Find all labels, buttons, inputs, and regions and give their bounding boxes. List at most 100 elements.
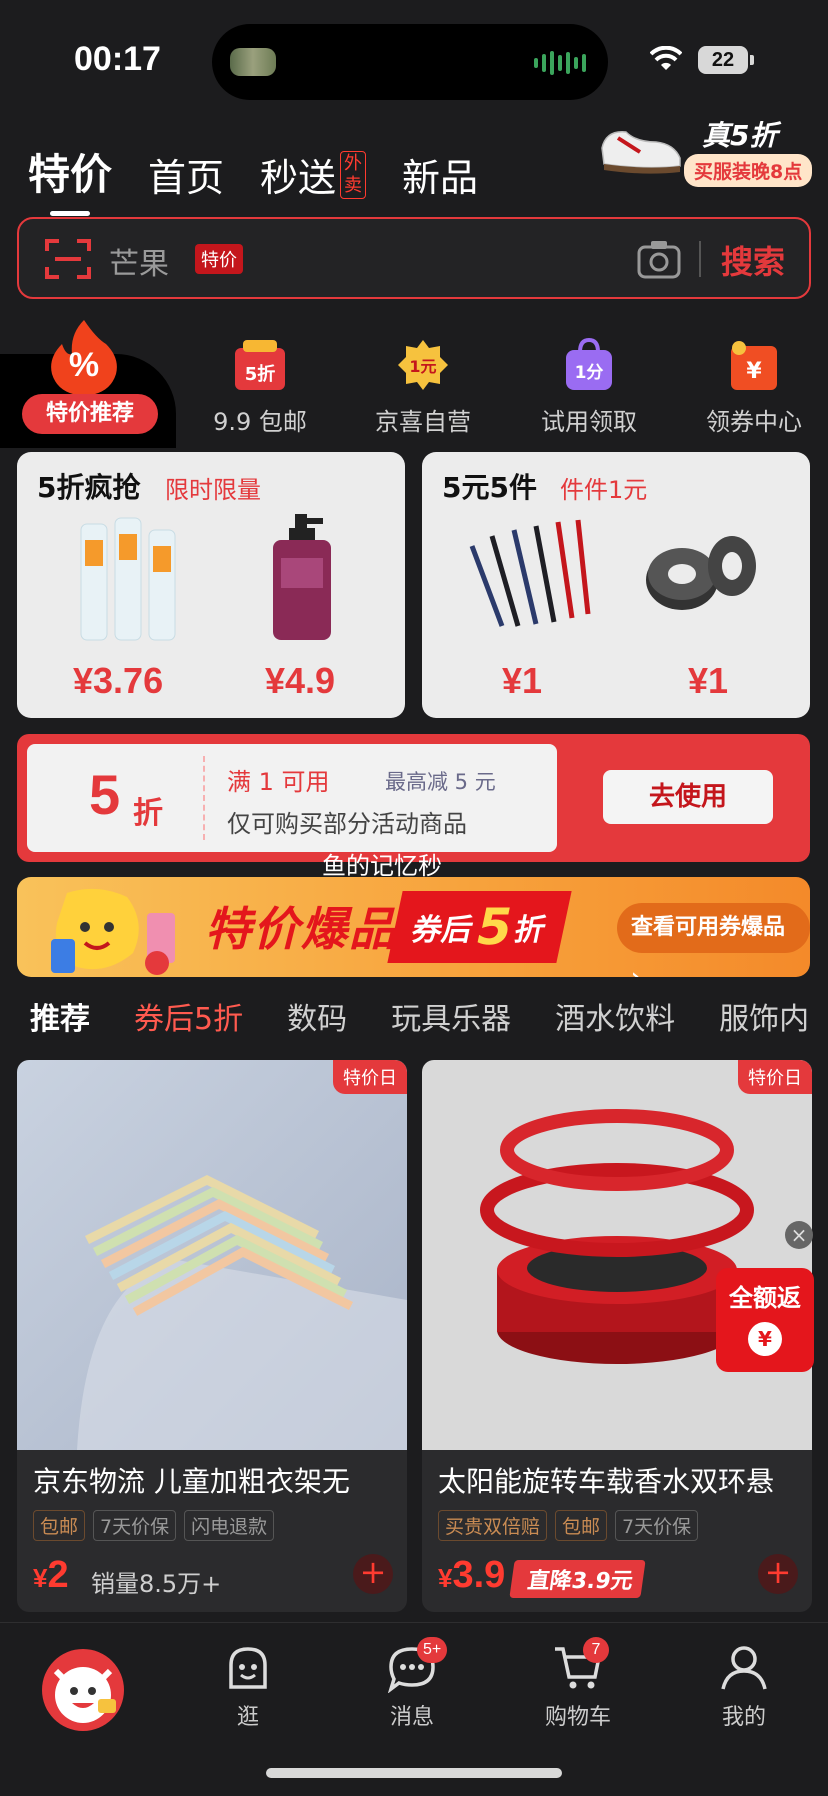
product-card[interactable]: 特价日 京东物流 儿童加粗衣架无 包邮 7天价保 闪电退款 ¥2 销量8.5万+…	[17, 1060, 407, 1612]
rotating-ring-image	[422, 1060, 812, 1450]
product-sales: 销量8.5万+	[91, 1570, 222, 1598]
shoe-icon	[601, 131, 681, 174]
one-yuan-badge-icon: 1元	[396, 338, 450, 392]
category-9-9-free-shipping[interactable]: 5折 9.9 包邮	[190, 338, 330, 437]
deal-title: 5元5件	[442, 471, 537, 504]
fire-percent-icon[interactable]: %	[44, 318, 124, 398]
feed-tabs: 推荐 券后5折 数码 玩具乐器 酒水饮料 服饰内	[30, 992, 809, 1048]
product-name: 京东物流 儿童加粗衣架无	[33, 1465, 350, 1498]
home-indicator[interactable]	[266, 1768, 562, 1778]
view-coupon-products-button[interactable]: 查看可用券爆品 ›	[617, 903, 810, 977]
product-tags: 包邮 7天价保 闪电退款	[33, 1510, 275, 1541]
message-icon: 5+	[387, 1637, 448, 1694]
close-icon[interactable]: ×	[785, 1221, 813, 1249]
svg-text:1元: 1元	[409, 357, 436, 376]
svg-text:5折: 5折	[245, 363, 276, 385]
nav-browse[interactable]: 逛	[188, 1633, 308, 1731]
banner-badge: 券后 5 折	[387, 891, 572, 963]
mascot-icon	[51, 888, 175, 975]
deal-price: ¥3.76	[73, 660, 164, 701]
feed-tab-digital[interactable]: 数码	[287, 992, 347, 1048]
use-coupon-button[interactable]: 去使用	[603, 770, 773, 824]
product-tag: 包邮	[555, 1510, 608, 1541]
coupon-unit: 折	[133, 796, 163, 831]
category-jingxi-self[interactable]: 1元 京喜自营	[353, 338, 493, 437]
deal-title: 5折疯抢	[37, 471, 141, 504]
coupon-condition: 满 1 可用	[227, 768, 330, 796]
browse-icon	[223, 1643, 273, 1693]
feed-tab-recommend[interactable]: 推荐	[30, 992, 90, 1048]
add-to-cart-button[interactable]: +	[758, 1554, 798, 1594]
deal-card-half-price[interactable]: 5折疯抢 限时限量 ¥3.76 ¥4.9	[17, 452, 405, 718]
yen-coin-icon: ¥	[748, 1322, 782, 1356]
nav-messages[interactable]: 5+ 消息	[352, 1633, 472, 1731]
category-coupon-center[interactable]: ¥ 领券中心	[684, 338, 824, 437]
feed-tab-drinks[interactable]: 酒水饮料	[555, 992, 675, 1048]
svg-text:%: %	[69, 346, 99, 384]
deal-subtitle: 件件1元	[560, 476, 648, 504]
tab-miaosong[interactable]: 秒送 外卖	[260, 147, 367, 202]
status-bar: 00:17 22	[0, 0, 828, 120]
deal-price: ¥1	[502, 660, 543, 701]
profile-icon	[719, 1643, 769, 1693]
cart-icon: 7	[553, 1637, 609, 1693]
tab-home[interactable]: 首页	[148, 147, 224, 202]
dynamic-island	[212, 24, 608, 100]
search-button[interactable]: 搜索	[721, 237, 785, 283]
feed-tab-toys[interactable]: 玩具乐器	[391, 992, 511, 1048]
product-name: 太阳能旋转车载香水双环悬	[438, 1465, 775, 1498]
price-drop-badge: 直降3.9元	[509, 1560, 646, 1598]
coupon-description: 仅可购买部分活动商品	[227, 810, 467, 838]
promo-title: 真5折	[702, 119, 778, 152]
product-badge: 特价日	[738, 1060, 812, 1094]
category-row: % 特价推荐 5折 9.9 包邮 1元 京喜自营 1分 试用领取 ¥ 领券中心	[0, 310, 828, 448]
battery-icon: 22	[698, 46, 754, 74]
promo-subtitle: 买服装晚8点	[684, 154, 813, 187]
hangers-image	[17, 1060, 407, 1450]
waimai-tag: 外卖	[340, 150, 367, 199]
camera-icon[interactable]	[637, 239, 681, 279]
tape-rolls-image	[646, 536, 756, 610]
product-price: ¥3.9	[438, 1554, 506, 1596]
coupon-discount: 5 折	[27, 744, 203, 852]
product-tag: 闪电退款	[184, 1510, 275, 1541]
feed-tab-apparel[interactable]: 服饰内	[719, 992, 809, 1048]
message-badge: 5+	[417, 1637, 448, 1663]
deal-price: ¥4.9	[265, 660, 336, 701]
status-time: 00:17	[74, 40, 161, 78]
coupon-divider	[203, 756, 205, 840]
search-divider	[699, 241, 701, 277]
promo-banner-hot[interactable]: 特价爆品 券后 5 折 查看可用券爆品 ›	[17, 877, 810, 977]
coupon-amount: 5	[89, 763, 121, 826]
category-trial[interactable]: 1分 试用领取	[519, 337, 659, 437]
top-tabs: 特价 首页 秒送 外卖 新品	[28, 132, 478, 216]
search-input[interactable]: 芒果	[109, 239, 169, 283]
coupon-body: 5 折 满 1 可用 最高减 5 元 仅可购买部分活动商品	[27, 744, 557, 852]
product-tags: 买贵双倍赔 包邮 7天价保	[438, 1510, 699, 1541]
tab-new[interactable]: 新品	[402, 147, 478, 202]
home-mascot-icon[interactable]	[42, 1649, 124, 1731]
product-tag: 买贵双倍赔	[438, 1510, 548, 1541]
coupon-card: 5 折 满 1 可用 最高减 5 元 仅可购买部分活动商品 去使用	[17, 734, 810, 862]
add-to-cart-button[interactable]: +	[353, 1554, 393, 1594]
feed-tab-coupon[interactable]: 券后5折	[134, 992, 243, 1048]
scan-icon[interactable]	[45, 237, 91, 281]
deal-price: ¥1	[688, 660, 729, 701]
nav-profile[interactable]: 我的	[684, 1633, 804, 1731]
product-badge: 特价日	[333, 1060, 407, 1094]
product-tag: 7天价保	[93, 1510, 177, 1541]
search-bar[interactable]: 芒果 特价 搜索	[17, 217, 811, 299]
deal-card-5-yuan[interactable]: 5元5件 件件1元 ¥1 ¥1	[422, 452, 810, 718]
search-tag: 特价	[195, 244, 243, 274]
promo-banner[interactable]: 真5折 买服装晚8点	[592, 108, 818, 196]
product-tag: 包邮	[33, 1510, 86, 1541]
deal-subtitle: 限时限量	[165, 476, 261, 504]
coupon-max: 最高减 5 元	[385, 770, 496, 794]
banner-title: 特价爆品	[205, 902, 397, 956]
nav-cart[interactable]: 7 购物车	[518, 1633, 638, 1731]
category-active[interactable]: 特价推荐	[22, 394, 158, 434]
tab-tejia[interactable]: 特价	[28, 141, 112, 216]
svg-text:¥: ¥	[746, 359, 762, 384]
full-refund-widget[interactable]: 全额返 ¥	[716, 1268, 814, 1372]
wifi-icon	[650, 46, 682, 70]
